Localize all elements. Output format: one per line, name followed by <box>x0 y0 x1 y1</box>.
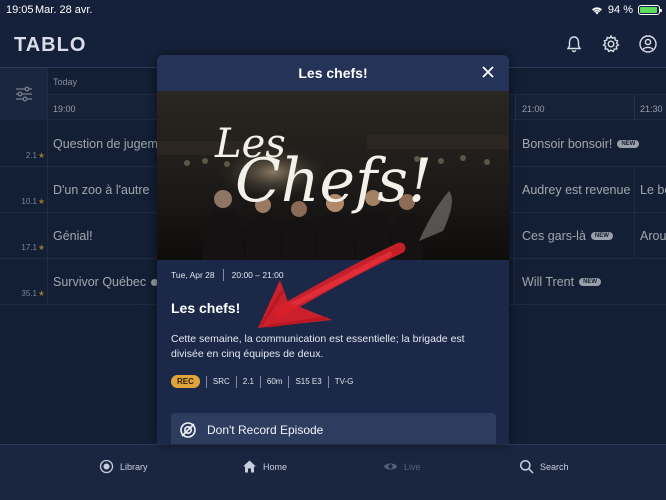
show-poster: Les Chefs! <box>157 91 509 260</box>
divider <box>205 375 207 388</box>
gear-icon[interactable] <box>601 34 621 54</box>
eye-icon <box>384 463 397 470</box>
episode-title: Les chefs! <box>171 300 241 316</box>
search-icon <box>519 459 534 474</box>
bottom-nav: Library Home Live Search <box>0 444 666 500</box>
wifi-icon <box>591 7 602 15</box>
nav-live-label: Live <box>404 461 421 472</box>
nav-home[interactable]: Home <box>242 459 287 474</box>
rating-tag: TV-G <box>334 377 354 386</box>
status-right: 94 % <box>591 4 662 16</box>
divider <box>235 375 237 388</box>
no-record-icon <box>180 422 196 438</box>
nav-home-label: Home <box>263 461 288 472</box>
duration-tag: 60m <box>266 377 283 386</box>
status-date: Mar. 28 avr. <box>35 4 93 16</box>
profile-icon[interactable] <box>638 34 658 54</box>
modal-title: Les chefs! <box>298 65 368 81</box>
network-tag: SRC <box>212 377 230 386</box>
nav-search-label: Search <box>540 461 569 472</box>
annotation-arrow <box>258 242 406 328</box>
divider <box>327 375 329 388</box>
dont-record-label: Don't Record Episode <box>207 423 324 437</box>
air-date: Tue, Apr 28 <box>171 270 215 280</box>
episode-tags: REC SRC 2.1 60m S15 E3 TV-G <box>171 375 353 388</box>
nav-library-label: Library <box>120 461 148 472</box>
nav-search[interactable]: Search <box>519 459 569 474</box>
status-time: 19:05 <box>6 4 34 16</box>
battery-percent: 94 % <box>607 4 633 16</box>
battery-icon <box>638 5 662 15</box>
dont-record-button[interactable]: Don't Record Episode <box>171 413 496 444</box>
nav-live[interactable]: Live <box>383 459 421 474</box>
poster-logo-line2: Chefs! <box>235 146 432 216</box>
home-icon <box>243 460 256 473</box>
channel-tag: 2.1 <box>242 377 254 386</box>
divider <box>288 375 290 388</box>
bell-icon[interactable] <box>564 34 584 54</box>
app-logo[interactable]: TABLO <box>14 34 86 57</box>
modal-header: Les chefs! <box>157 55 509 91</box>
close-icon[interactable] <box>481 65 495 79</box>
top-actions <box>564 34 658 54</box>
status-bar: 19:05 Mar. 28 avr. 94 % <box>0 0 666 22</box>
divider <box>259 375 261 388</box>
episode-number-tag: S15 E3 <box>295 377 322 386</box>
battery-fill <box>640 7 657 13</box>
library-icon <box>99 459 114 474</box>
rec-badge: REC <box>171 375 200 388</box>
divider <box>222 269 224 281</box>
nav-library[interactable]: Library <box>99 459 148 474</box>
